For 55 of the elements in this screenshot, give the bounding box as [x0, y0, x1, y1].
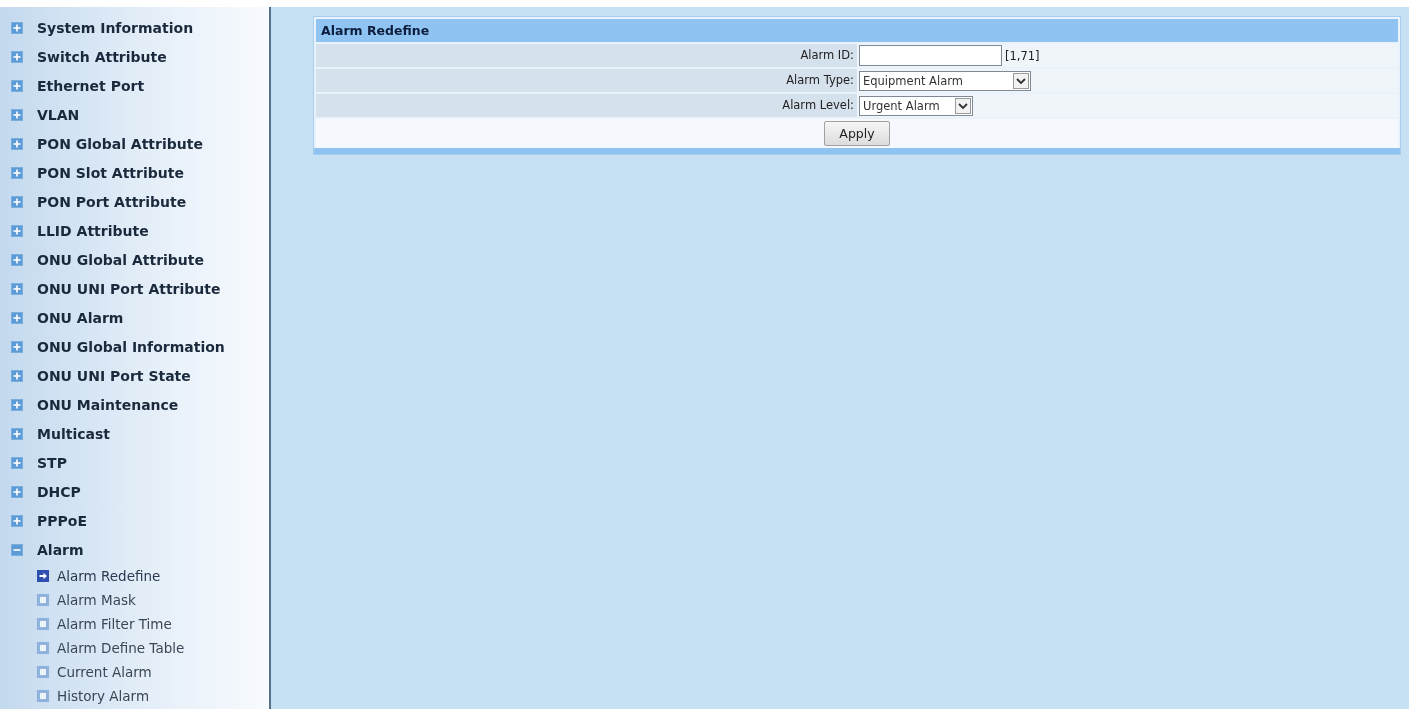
plus-square-icon[interactable] [11, 427, 23, 440]
submenu-item[interactable]: History Alarm [57, 688, 150, 704]
menu-item[interactable]: ONU Global Attribute [37, 251, 204, 268]
menu-item[interactable]: Alarm [37, 541, 84, 558]
plus-square-icon[interactable] [11, 195, 23, 208]
menu-item[interactable]: Switch Attribute [37, 48, 167, 65]
range-hint: [1,71] [1005, 48, 1040, 63]
submenu-item[interactable]: Alarm Redefine [57, 568, 161, 584]
plus-square-icon[interactable] [11, 369, 23, 382]
menu-item[interactable]: VLAN [37, 106, 80, 123]
submenu-item[interactable]: Alarm Mask [57, 592, 136, 608]
plus-square-icon[interactable] [11, 253, 23, 266]
plus-square-icon[interactable] [11, 514, 23, 527]
field-label: Alarm ID: [316, 44, 857, 67]
field-label: Alarm Level: [316, 94, 857, 117]
plus-square-icon[interactable] [11, 485, 23, 498]
submenu-item[interactable]: Alarm Filter Time [57, 616, 172, 632]
menu-item[interactable]: ONU UNI Port Attribute [37, 280, 221, 297]
menu-item[interactable]: DHCP [37, 483, 81, 500]
menu-item[interactable]: PPPoE [37, 512, 87, 529]
submenu-item[interactable]: Current Alarm [57, 664, 152, 680]
plus-square-icon[interactable] [11, 282, 23, 295]
plus-square-icon[interactable] [11, 21, 23, 34]
panel-title: Alarm Redefine [316, 19, 1398, 42]
apply-button[interactable]: Apply [824, 121, 890, 146]
plus-square-icon[interactable] [11, 166, 23, 179]
plus-square-icon[interactable] [11, 50, 23, 63]
chevron-down-icon [1013, 72, 1029, 89]
minus-square-icon[interactable] [11, 543, 23, 556]
plus-square-icon[interactable] [11, 311, 23, 324]
menu-item[interactable]: ONU Maintenance [37, 396, 179, 413]
plus-square-icon[interactable] [11, 224, 23, 237]
dropdown-select[interactable]: Urgent Alarm [859, 95, 973, 116]
menu-item[interactable]: ONU Global Information [37, 338, 225, 355]
menu-item[interactable]: System Information [37, 19, 194, 36]
menu-item[interactable]: STP [37, 454, 67, 471]
menu-item[interactable]: ONU UNI Port State [37, 367, 191, 384]
menu-item[interactable]: PON Slot Attribute [37, 164, 184, 181]
menu-item[interactable]: Ethernet Port [37, 77, 145, 94]
plus-square-icon[interactable] [11, 137, 23, 150]
plus-square-icon[interactable] [11, 108, 23, 121]
menu-item[interactable]: PON Global Attribute [37, 135, 203, 152]
submenu-item[interactable]: Alarm Define Table [57, 640, 185, 656]
menu-item[interactable]: PON Port Attribute [37, 193, 187, 210]
plus-square-icon[interactable] [11, 398, 23, 411]
field-label: Alarm Type: [316, 69, 857, 92]
menu-item[interactable]: Multicast [37, 425, 110, 442]
plus-square-icon[interactable] [11, 340, 23, 353]
menu-item[interactable]: LLID Attribute [37, 222, 149, 239]
alarm-id-input[interactable] [859, 45, 1002, 66]
plus-square-icon[interactable] [11, 79, 23, 92]
menu-item[interactable]: ONU Alarm [37, 309, 124, 326]
plus-square-icon[interactable] [11, 456, 23, 469]
dropdown-select[interactable]: Equipment Alarm [859, 70, 1031, 91]
chevron-down-icon [955, 97, 971, 114]
